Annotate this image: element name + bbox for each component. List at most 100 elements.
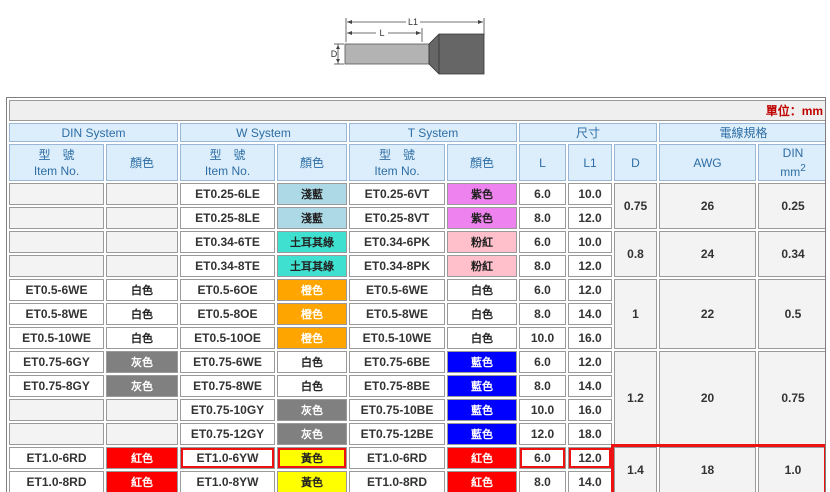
- t-color-cell: 藍色: [447, 399, 517, 421]
- w-item-cell: ET0.75-8WE: [180, 375, 275, 397]
- t-color-cell: 藍色: [447, 423, 517, 445]
- l-cell: 8.0: [519, 471, 566, 492]
- t-item-cell: ET0.75-10BE: [349, 399, 445, 421]
- din-color-cell: 白色: [106, 279, 178, 301]
- din-group-cell: 0.25: [758, 183, 825, 229]
- item-header-cn: 型 號: [378, 147, 415, 162]
- din-item-cell: ET0.5-8WE: [9, 303, 104, 325]
- l1-cell: 14.0: [568, 375, 612, 397]
- d-group-cell: 1.2: [614, 351, 657, 445]
- l-cell: 12.0: [519, 423, 566, 445]
- din-color-cell: 灰色: [106, 375, 178, 397]
- w-item-cell: ET0.75-10GY: [180, 399, 275, 421]
- table-row: ET0.5-6WE 白色 ET0.5-6OE 橙色 ET0.5-6WE 白色 6.0 12.0…: [9, 279, 825, 349]
- t-color-header: 顏色: [447, 144, 517, 181]
- l1-cell: 14.0: [568, 471, 612, 492]
- w-color-cell: 土耳其綠: [277, 255, 347, 277]
- w-color-cell: 橙色: [277, 327, 347, 349]
- din-header-unit: mm: [780, 165, 801, 179]
- t-color-cell: 紫色: [447, 183, 517, 205]
- w-item-cell: ET0.25-6LE: [180, 183, 275, 205]
- t-color-cell: 粉紅: [447, 231, 517, 253]
- diagram-label-d: D: [331, 49, 338, 59]
- unit-label: 單位：mm: [9, 100, 825, 121]
- t-item-cell: ET0.25-8VT: [349, 207, 445, 229]
- d-group-cell: 0.75: [614, 183, 657, 229]
- w-system-header: W System: [180, 123, 347, 142]
- din-color-cell: [106, 183, 178, 205]
- l1-cell: 14.0: [568, 303, 612, 325]
- l-cell: 8.0: [519, 207, 566, 229]
- w-item-header: 型 號 Item No.: [180, 144, 275, 181]
- t-item-cell: ET0.75-12BE: [349, 423, 445, 445]
- din-color-cell: [106, 207, 178, 229]
- t-item-cell: ET1.0-6RD: [349, 447, 445, 469]
- din-item-cell: ET0.5-10WE: [9, 327, 104, 349]
- d-group-cell: 1.4: [614, 447, 657, 492]
- t-item-cell: ET0.75-6BE: [349, 351, 445, 373]
- l-cell: 8.0: [519, 375, 566, 397]
- l1-cell: 10.0: [568, 183, 612, 205]
- awg-group-cell: 26: [659, 183, 756, 229]
- w-item-cell: ET0.5-10OE: [180, 327, 275, 349]
- l-cell: 6.0: [519, 447, 566, 469]
- t-item-cell: ET0.5-10WE: [349, 327, 445, 349]
- din-item-cell: [9, 183, 104, 205]
- w-color-cell: 黃色: [277, 471, 347, 492]
- din-item-cell: ET0.5-6WE: [9, 279, 104, 301]
- din-color-cell: 紅色: [106, 471, 178, 492]
- l1-cell: 10.0: [568, 231, 612, 253]
- w-color-cell: 淺藍: [277, 183, 347, 205]
- l1-cell: 12.0: [568, 447, 612, 469]
- l-cell: 8.0: [519, 303, 566, 325]
- l-cell: 6.0: [519, 351, 566, 373]
- w-color-cell: 橙色: [277, 279, 347, 301]
- w-color-cell: 白色: [277, 351, 347, 373]
- w-color-cell: 灰色: [277, 399, 347, 421]
- t-system-header: T System: [349, 123, 517, 142]
- din-item-cell: ET1.0-6RD: [9, 447, 104, 469]
- item-header-en: Item No.: [33, 163, 80, 178]
- din-color-cell: 白色: [106, 327, 178, 349]
- w-item-cell: ET1.0-8YW: [180, 471, 275, 492]
- diagram-label-l: L: [379, 28, 384, 38]
- t-item-cell: ET0.5-6WE: [349, 279, 445, 301]
- din-group-cell: 0.34: [758, 231, 825, 277]
- table-body: ET0.25-6LE 淺藍 ET0.25-6VT 紫色 6.0 10.0 0.75 26 0.2…: [9, 183, 825, 492]
- ferrule-dimension-diagram: L1 L D: [331, 16, 485, 75]
- l1-cell: 16.0: [568, 399, 612, 421]
- l1-header: L1: [568, 144, 612, 181]
- awg-group-cell: 20: [659, 351, 756, 445]
- awg-header: AWG: [659, 144, 756, 181]
- wire-spec-header: 電線規格: [659, 123, 825, 142]
- w-item-cell: ET0.75-12GY: [180, 423, 275, 445]
- din-item-cell: ET1.0-8RD: [9, 471, 104, 492]
- t-color-cell: 藍色: [447, 351, 517, 373]
- din-item-cell: [9, 423, 104, 445]
- l-cell: 6.0: [519, 183, 566, 205]
- t-color-cell: 白色: [447, 303, 517, 325]
- t-item-cell: ET0.75-8BE: [349, 375, 445, 397]
- table-row: ET0.25-6LE 淺藍 ET0.25-6VT 紫色 6.0 10.0 0.75 26 0.2…: [9, 183, 825, 229]
- t-color-cell: 紅色: [447, 471, 517, 492]
- l-cell: 8.0: [519, 255, 566, 277]
- item-header-en: Item No.: [204, 163, 251, 178]
- l1-cell: 18.0: [568, 423, 612, 445]
- w-color-cell: 淺藍: [277, 207, 347, 229]
- w-item-cell: ET0.25-8LE: [180, 207, 275, 229]
- t-item-cell: ET1.0-8RD: [349, 471, 445, 492]
- din-mm2-header: DIN mm2: [758, 144, 825, 181]
- din-item-cell: [9, 207, 104, 229]
- awg-group-cell: 24: [659, 231, 756, 277]
- t-item-header: 型 號 Item No.: [349, 144, 445, 181]
- din-color-cell: [106, 399, 178, 421]
- item-header-cn: 型 號: [209, 147, 246, 162]
- din-item-header: 型 號 Item No.: [9, 144, 104, 181]
- table-row: ET0.34-6TE 土耳其綠 ET0.34-6PK 粉紅 6.0 10.0 0.8 24 0.…: [9, 231, 825, 277]
- w-color-cell: 橙色: [277, 303, 347, 325]
- table-row: ET1.0-6RD 紅色 ET1.0-6YW 黃色 ET1.0-6RD 紅色 6.0 12.0…: [9, 447, 825, 492]
- w-color-cell: 白色: [277, 375, 347, 397]
- t-color-cell: 紫色: [447, 207, 517, 229]
- din-color-cell: 紅色: [106, 447, 178, 469]
- table-row: ET0.75-6GY 灰色 ET0.75-6WE 白色 ET0.75-6BE 藍色 6.0 1…: [9, 351, 825, 445]
